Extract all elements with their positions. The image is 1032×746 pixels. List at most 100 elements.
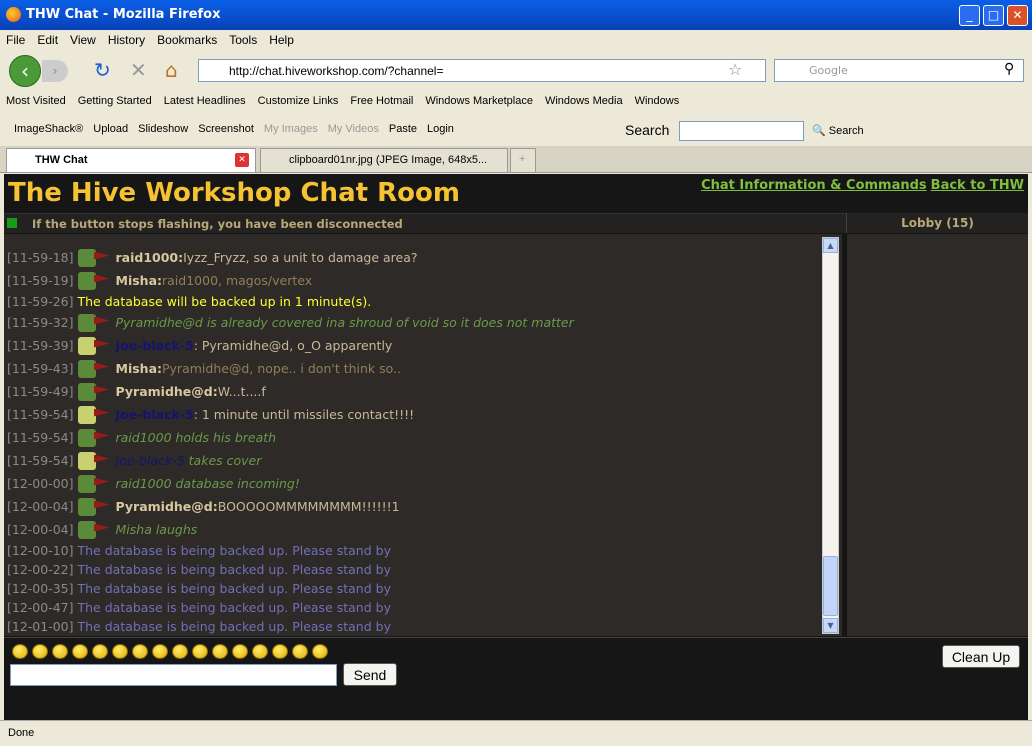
username[interactable]: Joe-black-5	[116, 453, 185, 468]
menu-help[interactable]: Help	[263, 30, 300, 47]
home-icon[interactable]: ⌂	[165, 58, 178, 82]
menu-tools[interactable]: Tools	[223, 30, 263, 47]
smiley-icon[interactable]	[72, 644, 88, 659]
action-text: raid1000 database incoming!	[115, 476, 300, 491]
smiley-icon[interactable]	[172, 644, 188, 659]
username[interactable]: Misha:	[116, 273, 163, 288]
smiley-icon[interactable]	[232, 644, 248, 659]
message-text: : Pyramidhe@d, o_O apparently	[193, 338, 393, 353]
tab-clipboard-image[interactable]: clipboard01nr.jpg (JPEG Image, 648x5...	[260, 148, 508, 172]
bookmark-item[interactable]: Customize Links	[258, 95, 339, 107]
new-tab-button[interactable]: +	[510, 148, 536, 172]
slideshow-button[interactable]: Slideshow	[138, 123, 188, 135]
search-icon[interactable]: ⚲	[1004, 61, 1014, 77]
menu-view[interactable]: View	[64, 30, 102, 47]
smiley-icon[interactable]	[52, 644, 68, 659]
search-input[interactable]: Google	[774, 59, 1024, 82]
reload-icon[interactable]: ↻	[94, 58, 111, 82]
imageshack-toolbar: ImageShack® Upload Slideshow Screenshot My I…	[14, 123, 464, 135]
user-avatar-icon	[77, 313, 110, 333]
chat-message: [12-00-35] The database is being backed u…	[7, 579, 574, 598]
bookmarks-toolbar: Most Visited Getting Started Latest Headli…	[6, 95, 691, 107]
chat-message: [11-59-26] The database will be backed up…	[7, 292, 574, 311]
back-button[interactable]: ‹	[9, 55, 41, 87]
back-to-thw-link[interactable]: Back to THW	[931, 178, 1024, 193]
user-avatar-icon	[77, 520, 110, 540]
smiley-icon[interactable]	[92, 644, 108, 659]
bookmark-item[interactable]: Getting Started	[78, 95, 152, 107]
chat-message: [12-00-04] Pyramidhe@d: BOOOOOMMMMMMMM!!!…	[7, 495, 574, 518]
my-images-button[interactable]: My Images	[264, 123, 318, 135]
smiley-icon[interactable]	[132, 644, 148, 659]
scroll-down-button[interactable]: ▼	[823, 618, 838, 633]
chat-message: [12-00-10] The database is being backed u…	[7, 541, 574, 560]
smiley-icon[interactable]	[192, 644, 208, 659]
user-avatar-icon	[77, 474, 110, 494]
smiley-icon[interactable]	[212, 644, 228, 659]
menu-edit[interactable]: Edit	[31, 30, 64, 47]
screenshot-button[interactable]: Screenshot	[198, 123, 254, 135]
user-avatar-icon	[77, 451, 110, 471]
smiley-icon[interactable]	[312, 644, 328, 659]
close-button[interactable]: ✕	[1007, 5, 1028, 26]
bookmark-item[interactable]: Most Visited	[6, 95, 66, 107]
chat-message: [11-59-39] Joe-black-5: Pyramidhe@d, o_O …	[7, 334, 574, 357]
message-input[interactable]	[10, 664, 337, 686]
username[interactable]: Misha:	[116, 361, 163, 376]
username[interactable]: Joe-black-5	[116, 338, 194, 353]
bookmark-item[interactable]: Windows Marketplace	[425, 95, 533, 107]
stop-icon[interactable]: ✕	[130, 58, 147, 82]
lobby-header: Lobby (15)	[846, 213, 1028, 233]
message-text: Iyzz_Fryzz, so a unit to damage area?	[183, 250, 418, 265]
menu-file[interactable]: File	[0, 30, 31, 47]
bookmark-item[interactable]: Latest Headlines	[164, 95, 246, 107]
smiley-icon[interactable]	[292, 644, 308, 659]
menu-history[interactable]: History	[102, 30, 151, 47]
menu-bookmarks[interactable]: Bookmarks	[151, 30, 223, 47]
tab-thw-chat[interactable]: THW Chat	[6, 148, 256, 172]
username[interactable]: Pyramidhe@d:	[116, 499, 218, 514]
system-message: The database is being backed up. Please …	[77, 600, 391, 615]
scrollbar-thumb[interactable]	[823, 556, 838, 616]
imageshack-search-input[interactable]	[679, 121, 804, 141]
smiley-icon[interactable]	[112, 644, 128, 659]
user-avatar-icon	[77, 405, 110, 425]
bookmark-item[interactable]: Free Hotmail	[350, 95, 413, 107]
close-tab-icon[interactable]: ✕	[235, 153, 249, 167]
my-videos-button[interactable]: My Videos	[328, 123, 379, 135]
message-text: raid1000, magos/vertex	[162, 273, 313, 288]
timestamp: [11-59-54]	[7, 453, 74, 468]
bookmark-star-icon[interactable]: ☆	[728, 60, 742, 79]
maximize-button[interactable]: □	[983, 5, 1004, 26]
chat-log: [11-59-18] raid1000: Iyzz_Fryzz, so a uni…	[4, 234, 842, 636]
smiley-icon[interactable]	[12, 644, 28, 659]
smiley-icon[interactable]	[32, 644, 48, 659]
clean-up-button[interactable]: Clean Up	[942, 645, 1020, 668]
url-bar[interactable]: http://chat.hiveworkshop.com/?channel=	[198, 59, 766, 82]
login-button[interactable]: Login	[427, 123, 454, 135]
chat-message: [11-59-43] Misha: Pyramidhe@d, nope.. i d…	[7, 357, 574, 380]
bookmark-item[interactable]: Windows	[635, 95, 680, 107]
timestamp: [12-00-04]	[7, 499, 74, 514]
imageshack-search-button[interactable]: 🔍 Search	[812, 124, 864, 137]
send-button[interactable]: Send	[343, 663, 397, 686]
upload-button[interactable]: Upload	[93, 123, 128, 135]
minimize-button[interactable]: _	[959, 5, 980, 26]
smiley-icon[interactable]	[252, 644, 268, 659]
username[interactable]: raid1000:	[116, 250, 184, 265]
header-links: Chat Information & Commands Back to THW	[697, 178, 1024, 193]
chat-info-link[interactable]: Chat Information & Commands	[701, 178, 927, 193]
username[interactable]: Pyramidhe@d:	[116, 384, 218, 399]
user-avatar-icon	[77, 497, 110, 517]
smiley-icon[interactable]	[272, 644, 288, 659]
timestamp: [12-00-10]	[7, 543, 74, 558]
smiley-bar	[12, 644, 328, 659]
forward-button[interactable]: ›	[42, 60, 68, 82]
smiley-icon[interactable]	[152, 644, 168, 659]
bookmark-item[interactable]: Windows Media	[545, 95, 623, 107]
username[interactable]: Joe-black-5	[116, 407, 194, 422]
imageshack-menu[interactable]: ImageShack®	[14, 123, 83, 135]
timestamp: [11-59-43]	[7, 361, 74, 376]
scroll-up-button[interactable]: ▲	[823, 238, 838, 253]
paste-button[interactable]: Paste	[389, 123, 417, 135]
